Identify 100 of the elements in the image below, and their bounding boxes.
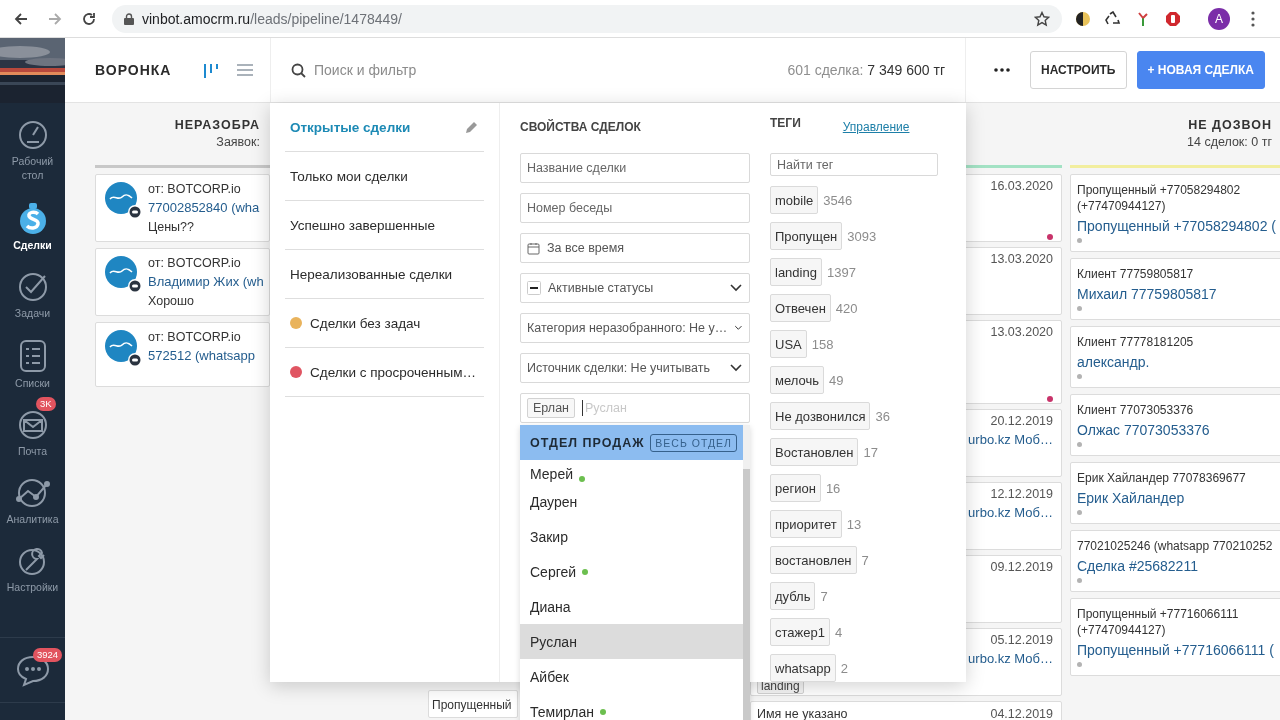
tag-count: 7 xyxy=(820,588,828,604)
deal-card[interactable]: 77021025246 (whatsapp 770210252 Сделка #25682211 xyxy=(1070,530,1280,592)
status-select[interactable]: Активные статусы xyxy=(520,273,750,303)
extension-icon[interactable] xyxy=(1074,9,1092,28)
star-icon[interactable] xyxy=(1034,10,1050,27)
manage-link[interactable]: Управление xyxy=(842,120,910,134)
address-bar[interactable]: vinbot.amocrm.ru/leads/pipeline/1478449/ xyxy=(112,4,1062,33)
date-field[interactable]: За все время xyxy=(520,233,750,263)
nav-item[interactable]: Сделки xyxy=(0,185,65,255)
tag-chip[interactable]: whatsapp xyxy=(770,654,836,682)
lead-card[interactable]: от: BOTCORP.io 77002852840 (wha Цены?? xyxy=(95,174,270,242)
lead-card[interactable]: от: BOTCORP.io Владимир Жих (wh Хорошо xyxy=(95,248,270,316)
nav-item[interactable]: Рабочий стол xyxy=(0,103,65,185)
tag-chip[interactable]: mobile xyxy=(770,186,819,214)
deal-title: александр. xyxy=(1077,353,1151,372)
nav-item[interactable]: 3K Почта xyxy=(0,393,65,461)
nav-item[interactable]: Настройки xyxy=(0,529,65,597)
avatar-icon xyxy=(104,181,142,219)
tag-chip[interactable]: Не дозвонился xyxy=(770,402,871,430)
preset-label: Открытые сделки xyxy=(290,119,412,135)
tag-chip[interactable]: востановлен xyxy=(770,546,857,574)
deal-caption: Ерик Хайландер 77078369677 xyxy=(1077,470,1247,486)
nav-item[interactable]: Задачи xyxy=(0,255,65,323)
deal-date: 13.03.2020 xyxy=(990,252,1053,266)
filter-preset[interactable]: Успешно завершенные xyxy=(285,201,484,250)
filter-preset[interactable]: Только мои сделки xyxy=(285,152,484,201)
url-text: vinbot.amocrm.ru/leads/pipeline/1478449/ xyxy=(142,10,403,27)
tag-chip[interactable]: landing xyxy=(770,258,822,286)
deal-card[interactable]: Ерик Хайландер 77078369677 Ерик Хайландер xyxy=(1070,462,1280,524)
tag-count: 36 xyxy=(875,408,890,424)
deal-caption: Имя не указано xyxy=(757,706,848,720)
list-icon xyxy=(17,339,48,373)
deal-date: 05.12.2019 xyxy=(990,633,1053,647)
lead-source: от: BOTCORP.io xyxy=(148,329,242,345)
select-field[interactable]: Источник сделки: Не учитывать xyxy=(520,353,750,383)
filter-preset[interactable]: Открытые сделки xyxy=(285,103,484,152)
lead-title: 572512 (whatsapp xyxy=(148,347,255,365)
lock-icon xyxy=(124,12,134,25)
filter-preset[interactable]: Сделки без задач xyxy=(285,299,484,348)
user-name: Айбек xyxy=(530,668,569,685)
deal-card[interactable]: Клиент 77778181205 александр. xyxy=(1070,326,1280,388)
configure-button[interactable]: НАСТРОИТЬ xyxy=(1030,51,1127,89)
deal-card[interactable]: Клиент 77073053376 Олжас 77073053376 xyxy=(1070,394,1280,456)
text-field[interactable]: Номер беседы xyxy=(520,193,750,223)
pencil-icon[interactable] xyxy=(465,120,479,134)
deal-caption: 77021025246 (whatsapp 770210252 xyxy=(1077,538,1274,554)
tag-count: 3546 xyxy=(823,192,853,208)
lead-message: Цены?? xyxy=(148,219,195,235)
tag-chip[interactable]: Востановлен xyxy=(770,438,859,466)
tag-count: 420 xyxy=(835,300,858,316)
filter-preset[interactable]: Сделки с просроченным… xyxy=(285,348,484,397)
tag-chip[interactable]: Отвечен xyxy=(770,294,831,322)
tag-count: 1397 xyxy=(826,264,856,280)
tag-chip[interactable]: регион xyxy=(770,474,821,502)
tag-search-field[interactable]: Найти тег xyxy=(770,153,938,176)
select-field[interactable]: Категория неразобранного: Не у… xyxy=(520,313,750,343)
scrollbar-thumb[interactable] xyxy=(743,469,750,720)
deal-date: 13.03.2020 xyxy=(990,325,1053,339)
count-badge: 3K xyxy=(36,397,56,411)
user-option[interactable]: Руслан xyxy=(520,624,743,659)
filter-preset[interactable]: Нереализованные сделки xyxy=(285,250,484,299)
tag-count: 3093 xyxy=(847,228,877,244)
tag-chip[interactable]: USA xyxy=(770,330,807,358)
avatar-icon xyxy=(104,255,142,293)
tag-count: 7 xyxy=(861,552,869,568)
status-dot xyxy=(1077,442,1082,447)
tag-chip[interactable]: Пропущен xyxy=(770,222,843,250)
lead-message: Хорошо xyxy=(148,293,196,309)
status-dot xyxy=(1077,578,1082,583)
deal-title: Сделка #25682211 xyxy=(1077,557,1199,576)
nav-item[interactable]: Списки xyxy=(0,323,65,393)
text-field[interactable]: Название сделки xyxy=(520,153,750,183)
new-deal-button[interactable]: + НОВАЯ СДЕЛКА xyxy=(1136,51,1265,89)
minus-checkbox-icon xyxy=(527,281,541,295)
deal-card[interactable]: Пропущенный +77716066111 (+77470944127) Пропущенный +77716066111 ( xyxy=(1070,598,1280,676)
search-field[interactable]: Поиск и фильтр xyxy=(312,61,788,79)
deal-date: 09.12.2019 xyxy=(990,560,1053,574)
tag-chip[interactable]: приоритет xyxy=(770,510,842,538)
deal-title: Ерик Хайландер xyxy=(1077,489,1186,508)
lead-title: 77002852840 (wha xyxy=(148,199,260,217)
deal-title: urbo.kz Моб… xyxy=(968,650,1053,668)
tag-chip[interactable]: дубль xyxy=(770,582,816,610)
tag-chip[interactable]: стажер1 xyxy=(770,618,830,646)
lead-source: от: BOTCORP.io xyxy=(148,181,242,197)
avatar-icon xyxy=(104,329,142,367)
status-dot xyxy=(1077,374,1082,379)
deal-card[interactable]: Пропущенный +77058294802 (+77470944127) Пропущенный +77058294802 ( xyxy=(1070,174,1280,252)
deal-date: 04.12.2019 xyxy=(990,707,1053,720)
tag-chip[interactable]: мелочь xyxy=(770,366,824,394)
profile-avatar[interactable]: A xyxy=(1208,7,1230,30)
column-title: НЕРАЗОБРА xyxy=(174,117,260,132)
deal-card[interactable]: Пропущенный xyxy=(428,690,518,718)
preset-label: Сделки без задач xyxy=(310,315,422,331)
deal-card[interactable]: Имя не указано 04.12.2019 xyxy=(750,701,1062,720)
preset-label: Сделки с просроченным… xyxy=(310,364,477,380)
lead-title: Владимир Жих (wh xyxy=(148,273,264,291)
nav-item[interactable]: Аналитика xyxy=(0,461,65,529)
deal-card[interactable]: Клиент 77759805817 Михаил 77759805817 xyxy=(1070,258,1280,320)
lead-card[interactable]: от: BOTCORP.io 572512 (whatsapp xyxy=(95,322,270,387)
user-chip: Ерлан xyxy=(527,398,575,418)
